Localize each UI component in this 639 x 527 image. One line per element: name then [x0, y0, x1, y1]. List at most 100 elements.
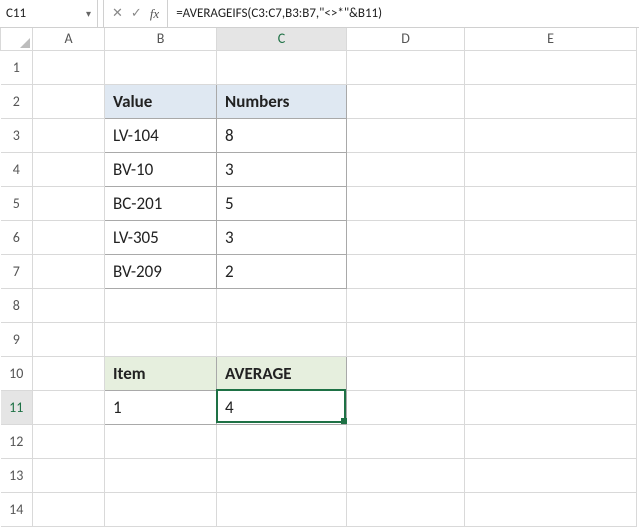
cell[interactable] — [33, 356, 105, 390]
table1-cell[interactable]: LV-104 — [105, 118, 217, 152]
cell[interactable] — [217, 288, 347, 322]
cell[interactable] — [347, 254, 465, 288]
table2-header-item[interactable]: Item — [105, 356, 217, 390]
row-header[interactable]: 12 — [1, 424, 33, 458]
table1-cell[interactable]: 3 — [217, 220, 347, 254]
cell[interactable] — [33, 424, 105, 458]
col-header-A[interactable]: A — [33, 28, 105, 50]
row-header[interactable]: 11 — [1, 390, 33, 424]
formula-buttons: ✕ ✓ fx — [104, 0, 168, 27]
table1-cell[interactable]: BC-201 — [105, 186, 217, 220]
row-header[interactable]: 13 — [1, 458, 33, 492]
cell[interactable] — [33, 288, 105, 322]
row-header[interactable]: 10 — [1, 356, 33, 390]
table2-cell-average[interactable]: 4 — [217, 390, 347, 424]
cell[interactable] — [347, 356, 465, 390]
cell[interactable] — [465, 50, 637, 84]
enter-icon[interactable]: ✓ — [131, 6, 142, 21]
cell[interactable] — [347, 152, 465, 186]
table1-cell[interactable]: LV-305 — [105, 220, 217, 254]
cell[interactable] — [217, 458, 347, 492]
cell[interactable] — [33, 186, 105, 220]
row-header[interactable]: 4 — [1, 152, 33, 186]
chevron-down-icon[interactable]: ▾ — [86, 7, 91, 20]
cell[interactable] — [347, 424, 465, 458]
row-header[interactable]: 2 — [1, 84, 33, 118]
table2-header-average[interactable]: AVERAGE — [217, 356, 347, 390]
cell[interactable] — [33, 322, 105, 356]
worksheet[interactable]: A B C D E 1 2 Value Numbers 3 LV-104 8 4… — [0, 28, 639, 527]
cell[interactable] — [465, 356, 637, 390]
row-header[interactable]: 3 — [1, 118, 33, 152]
table1-cell[interactable]: 3 — [217, 152, 347, 186]
cell[interactable] — [347, 186, 465, 220]
cell[interactable] — [465, 322, 637, 356]
table1-cell[interactable]: 5 — [217, 186, 347, 220]
cancel-icon[interactable]: ✕ — [112, 6, 123, 21]
row-header[interactable]: 7 — [1, 254, 33, 288]
cell[interactable] — [33, 118, 105, 152]
cell[interactable] — [465, 84, 637, 118]
formula-input[interactable]: =AVERAGEIFS(C3:C7,B3:B7,"<>*"&B11) — [168, 0, 639, 27]
cell[interactable] — [347, 390, 465, 424]
row-header[interactable]: 6 — [1, 220, 33, 254]
cell[interactable] — [33, 84, 105, 118]
cell[interactable] — [105, 492, 217, 526]
row-header[interactable]: 8 — [1, 288, 33, 322]
cell[interactable] — [105, 322, 217, 356]
name-box[interactable]: C11 ▾ — [0, 0, 98, 27]
cell[interactable] — [105, 50, 217, 84]
col-header-D[interactable]: D — [347, 28, 465, 50]
table1-header-value[interactable]: Value — [105, 84, 217, 118]
col-header-C[interactable]: C — [217, 28, 347, 50]
table1-header-numbers[interactable]: Numbers — [217, 84, 347, 118]
cell[interactable] — [465, 186, 637, 220]
cell[interactable] — [217, 50, 347, 84]
row-header[interactable]: 1 — [1, 50, 33, 84]
fx-icon[interactable]: fx — [150, 6, 159, 22]
cell[interactable] — [465, 390, 637, 424]
cell[interactable] — [347, 288, 465, 322]
cell[interactable] — [217, 424, 347, 458]
cell[interactable] — [105, 458, 217, 492]
select-all-corner[interactable] — [1, 28, 33, 50]
cell[interactable] — [33, 458, 105, 492]
cell[interactable] — [217, 322, 347, 356]
cell[interactable] — [33, 390, 105, 424]
row-header[interactable]: 5 — [1, 186, 33, 220]
table1-cell[interactable]: 8 — [217, 118, 347, 152]
cell[interactable] — [465, 254, 637, 288]
table1-cell[interactable]: BV-10 — [105, 152, 217, 186]
cell[interactable] — [105, 288, 217, 322]
cell[interactable] — [347, 322, 465, 356]
cell[interactable] — [347, 220, 465, 254]
cell[interactable] — [465, 288, 637, 322]
row-header[interactable]: 9 — [1, 322, 33, 356]
cell[interactable] — [105, 424, 217, 458]
col-header-E[interactable]: E — [465, 28, 637, 50]
cell[interactable] — [33, 254, 105, 288]
cell[interactable] — [347, 84, 465, 118]
cell[interactable] — [33, 492, 105, 526]
cell[interactable] — [465, 152, 637, 186]
table1-cell[interactable]: 2 — [217, 254, 347, 288]
cell[interactable] — [33, 152, 105, 186]
cell[interactable] — [465, 118, 637, 152]
cell[interactable] — [465, 220, 637, 254]
table2-cell-item[interactable]: 1 — [105, 390, 217, 424]
row-header[interactable]: 14 — [1, 492, 33, 526]
cell[interactable] — [33, 220, 105, 254]
col-header-B[interactable]: B — [105, 28, 217, 50]
formula-bar: C11 ▾ ✕ ✓ fx =AVERAGEIFS(C3:C7,B3:B7,"<>… — [0, 0, 639, 28]
cell[interactable] — [217, 492, 347, 526]
row: 14 — [1, 492, 637, 526]
cell[interactable] — [465, 492, 637, 526]
cell[interactable] — [347, 118, 465, 152]
cell[interactable] — [347, 50, 465, 84]
cell[interactable] — [347, 492, 465, 526]
cell[interactable] — [347, 458, 465, 492]
table1-cell[interactable]: BV-209 — [105, 254, 217, 288]
cell[interactable] — [465, 458, 637, 492]
cell[interactable] — [33, 50, 105, 84]
cell[interactable] — [465, 424, 637, 458]
